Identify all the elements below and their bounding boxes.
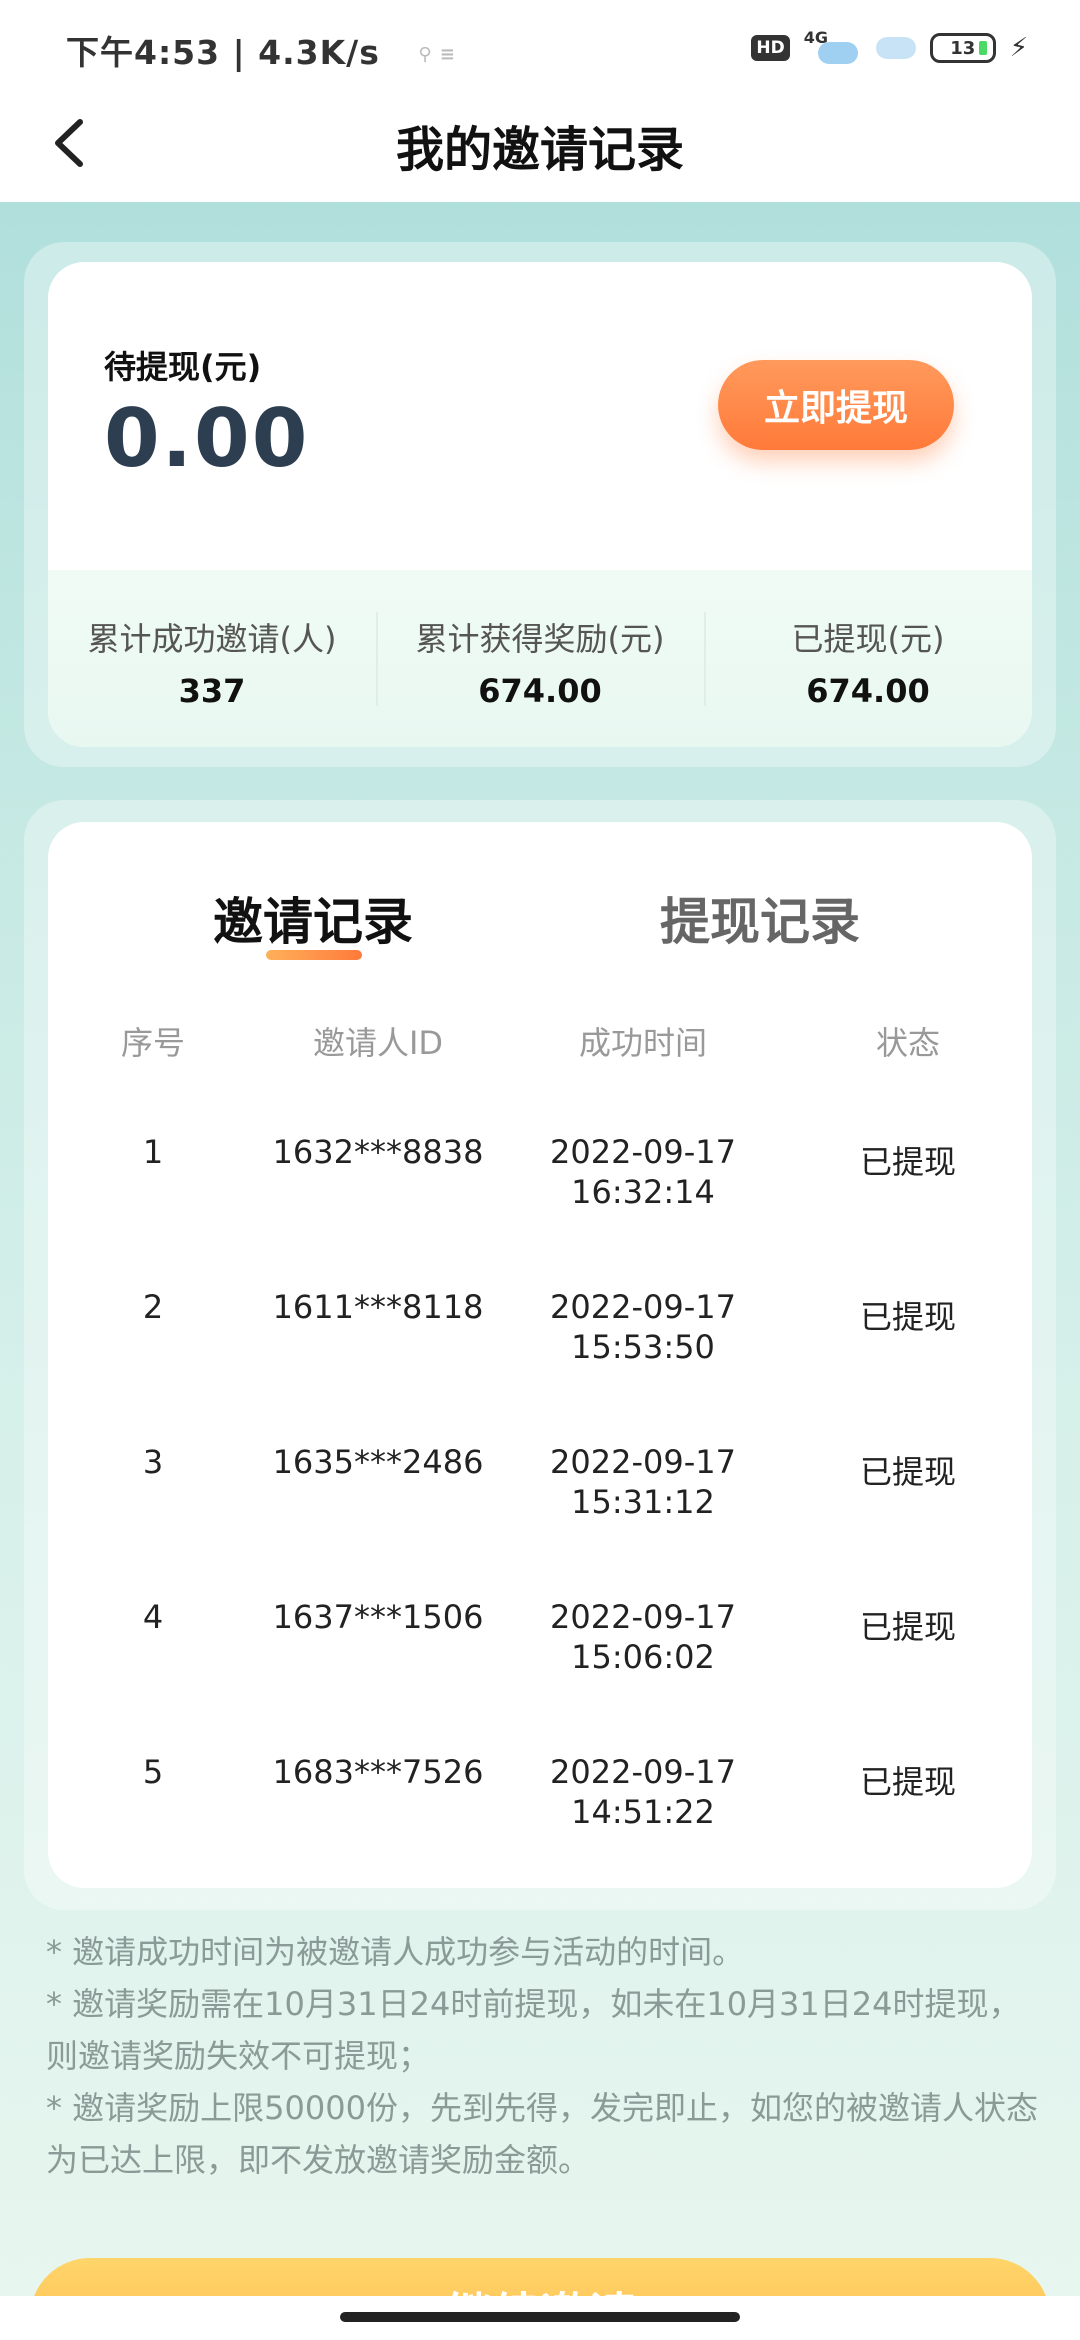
home-indicator[interactable] <box>340 2312 740 2322</box>
table-row: 3 1635***2486 2022-09-17 15:31:12 已提现 <box>48 1442 1032 1597</box>
row-date: 2022-09-17 <box>550 1753 736 1791</box>
row-success-time: 2022-09-17 15:06:02 <box>518 1597 768 1677</box>
stat-withdrawn: 已提现(元) 674.00 <box>704 570 1032 747</box>
row-date: 2022-09-17 <box>550 1288 736 1326</box>
page-header: 我的邀请记录 <box>0 96 1080 202</box>
stat-total-rewards: 累计获得奖励(元) 674.00 <box>376 570 704 747</box>
row-success-time: 2022-09-17 16:32:14 <box>518 1132 768 1212</box>
signal-cloud-icon <box>817 42 858 64</box>
wifi-cloud-icon <box>875 37 916 59</box>
note-line: * 邀请成功时间为被邀请人成功参与活动的时间。 <box>46 1933 745 1971</box>
pending-withdraw-amount: 0.00 <box>104 392 310 485</box>
tab-withdraw-records[interactable]: 提现记录 <box>660 882 860 954</box>
active-tab-indicator <box>266 950 362 960</box>
status-time-speed: 下午4:53 | 4.3K/s <box>66 33 380 72</box>
stat-value: 674.00 <box>478 672 602 710</box>
pending-withdraw-label: 待提现(元) <box>104 348 262 386</box>
row-status: 已提现 <box>859 1453 956 1491</box>
row-status: 已提现 <box>859 1608 956 1646</box>
stat-label: 已提现(元) <box>791 620 945 658</box>
column-header-success-time: 成功时间 <box>578 1024 707 1062</box>
column-header-inviter-id: 邀请人ID <box>312 1024 444 1062</box>
hd-icon: HD <box>751 35 790 61</box>
row-seq: 5 <box>142 1753 164 1791</box>
row-seq: 4 <box>142 1598 164 1636</box>
stat-label: 累计成功邀请(人) <box>87 620 337 658</box>
row-date: 2022-09-17 <box>550 1133 736 1171</box>
records-card: 邀请记录 提现记录 序号 邀请人ID 成功时间 状态 1 1632***8838… <box>48 822 1032 1888</box>
stat-value: 337 <box>178 672 246 710</box>
battery-icon: 13 <box>929 33 996 63</box>
row-success-time: 2022-09-17 15:31:12 <box>518 1442 768 1522</box>
row-status: 已提现 <box>859 1143 956 1181</box>
row-success-time: 2022-09-17 15:53:50 <box>518 1287 768 1367</box>
table-row: 5 1683***7526 2022-09-17 14:51:22 已提现 <box>48 1752 1032 1907</box>
row-inviter-id: 1635***2486 <box>272 1443 484 1481</box>
network-icon: 4G <box>804 30 862 66</box>
rules-notes: * 邀请成功时间为被邀请人成功参与活动的时间。 * 邀请奖励需在10月31日24… <box>46 1926 1046 2186</box>
row-time: 14:51:22 <box>571 1793 715 1831</box>
row-success-time: 2022-09-17 14:51:22 <box>518 1752 768 1832</box>
row-time: 16:32:14 <box>571 1173 715 1211</box>
note-line: * 邀请奖励上限50000份，先到先得，发完即止，如您的被邀请人状态为已达上限，… <box>46 2089 1038 2179</box>
row-seq: 2 <box>142 1288 164 1326</box>
row-status: 已提现 <box>859 1763 956 1801</box>
row-inviter-id: 1637***1506 <box>272 1598 484 1636</box>
notification-icons: ⚲ ≡ <box>418 44 456 65</box>
row-inviter-id: 1683***7526 <box>272 1753 484 1791</box>
stat-label: 累计获得奖励(元) <box>415 620 665 658</box>
status-bar: 下午4:53 | 4.3K/s ⚲ ≡ HD 4G 13 ⚡ <box>0 0 1080 96</box>
row-inviter-id: 1611***8118 <box>272 1288 484 1326</box>
row-date: 2022-09-17 <box>550 1443 736 1481</box>
table-row: 2 1611***8118 2022-09-17 15:53:50 已提现 <box>48 1287 1032 1442</box>
column-header-status: 状态 <box>875 1024 940 1062</box>
status-indicators: HD 4G 13 ⚡ <box>751 28 1028 68</box>
row-inviter-id: 1632***8838 <box>272 1133 484 1171</box>
column-header-seq: 序号 <box>120 1024 185 1062</box>
row-seq: 3 <box>142 1443 164 1481</box>
tab-invite-records[interactable]: 邀请记录 <box>213 882 413 954</box>
status-time: 下午4:53 | 4.3K/s ⚲ ≡ <box>66 26 456 74</box>
row-seq: 1 <box>142 1133 164 1171</box>
charging-icon: ⚡ <box>1009 33 1028 63</box>
stats-row: 累计成功邀请(人) 337 累计获得奖励(元) 674.00 已提现(元) 67… <box>48 570 1032 747</box>
row-time: 15:06:02 <box>571 1638 715 1676</box>
table-row: 1 1632***8838 2022-09-17 16:32:14 已提现 <box>48 1132 1032 1287</box>
table-row: 4 1637***1506 2022-09-17 15:06:02 已提现 <box>48 1597 1032 1752</box>
records-list: 1 1632***8838 2022-09-17 16:32:14 已提现 2 … <box>48 1132 1032 1907</box>
page-title: 我的邀请记录 <box>395 122 684 178</box>
summary-card: 待提现(元) 0.00 立即提现 累计成功邀请(人) 337 累计获得奖励(元)… <box>48 262 1032 747</box>
battery-level: 13 <box>950 37 976 59</box>
row-time: 15:31:12 <box>571 1483 715 1521</box>
note-line: * 邀请奖励需在10月31日24时前提现，如未在10月31日24时提现，则邀请奖… <box>46 1985 1021 2075</box>
row-time: 15:53:50 <box>571 1328 715 1366</box>
withdraw-now-button[interactable]: 立即提现 <box>718 360 954 450</box>
row-status: 已提现 <box>859 1298 956 1336</box>
row-date: 2022-09-17 <box>550 1598 736 1636</box>
stat-total-invites: 累计成功邀请(人) 337 <box>48 570 376 747</box>
stat-value: 674.00 <box>806 672 930 710</box>
